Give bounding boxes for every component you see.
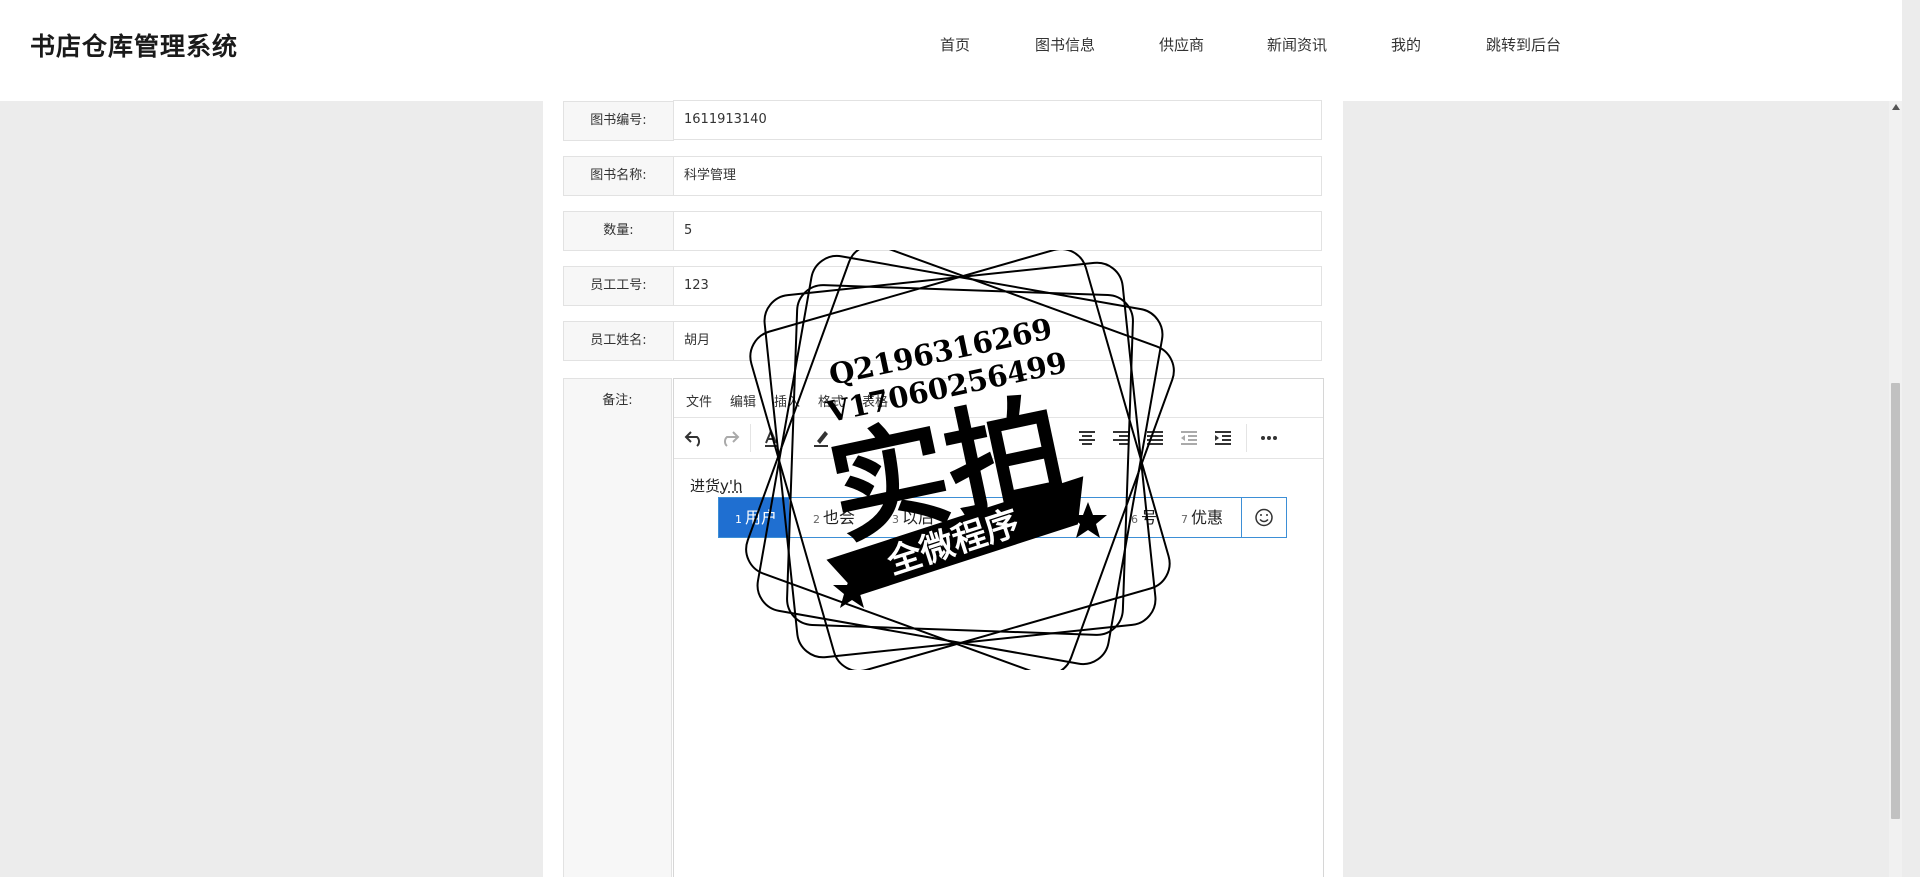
page-edge <box>1902 0 1920 877</box>
form-label: 图书名称: <box>563 156 674 196</box>
undo-icon[interactable] <box>682 426 708 450</box>
outdent-icon[interactable] <box>1176 426 1202 450</box>
editor-menubar: 文件 编辑 插入 格式 表格 <box>674 379 1323 418</box>
form-row-book-name: 图书名称: 科学管理 <box>563 156 1324 196</box>
form-row-employee-name: 员工姓名: 胡月 <box>563 321 1324 361</box>
form-label: 员工工号: <box>563 266 674 306</box>
form-label: 数量: <box>563 211 674 251</box>
employee-name-field[interactable]: 胡月 <box>673 321 1322 361</box>
align-center-icon[interactable] <box>1074 426 1100 450</box>
nav-item-home[interactable]: 首页 <box>940 34 970 55</box>
editor-toolbar <box>674 418 1323 459</box>
form-panel: 图书编号: 1611913140 图书名称: 科学管理 数量: 5 员工工号: … <box>543 100 1343 877</box>
nav-item-admin[interactable]: 跳转到后台 <box>1486 34 1561 55</box>
highlight-icon[interactable] <box>808 426 834 450</box>
employee-id-field[interactable]: 123 <box>673 266 1322 306</box>
scroll-up-icon[interactable] <box>1892 104 1900 110</box>
ime-candidate[interactable]: 6号 <box>1131 498 1157 537</box>
indent-icon[interactable] <box>1210 426 1236 450</box>
font-color-icon[interactable] <box>758 426 784 450</box>
book-name-field[interactable]: 科学管理 <box>673 156 1322 196</box>
form-label: 员工姓名: <box>563 321 674 361</box>
form-row-quantity: 数量: 5 <box>563 211 1324 251</box>
more-icon[interactable] <box>1256 426 1282 450</box>
ime-candidate[interactable]: 4 银行 <box>968 498 1010 537</box>
align-right-icon[interactable] <box>1108 426 1134 450</box>
nav-item-book-info[interactable]: 图书信息 <box>1035 34 1095 55</box>
nav-item-suppliers[interactable]: 供应商 <box>1159 34 1204 55</box>
scroll-thumb[interactable] <box>1891 383 1900 819</box>
menu-insert[interactable]: 插入 <box>774 391 800 410</box>
menu-file[interactable]: 文件 <box>686 391 712 410</box>
toolbar-separator <box>1246 424 1247 452</box>
menu-format[interactable]: 格式 <box>818 391 844 410</box>
ime-candidate[interactable]: 7 优惠 <box>1181 498 1223 537</box>
toolbar-separator <box>750 424 751 452</box>
form-row-employee-id: 员工工号: 123 <box>563 266 1324 306</box>
editor-content[interactable]: 进货y'h <box>690 475 743 496</box>
app-title: 书店仓库管理系统 <box>30 32 239 61</box>
menu-edit[interactable]: 编辑 <box>730 391 756 410</box>
book-id-field[interactable]: 1611913140 <box>673 100 1322 140</box>
nav-item-mine[interactable]: 我的 <box>1391 34 1421 55</box>
ime-candidate[interactable]: 2 也会 <box>813 498 855 537</box>
redo-icon[interactable] <box>716 426 742 450</box>
ime-composition-text: y'h <box>720 477 743 495</box>
nav-item-news[interactable]: 新闻资讯 <box>1267 34 1327 55</box>
remark-label: 备注: <box>563 378 672 877</box>
page-scrollbar[interactable] <box>1889 101 1902 877</box>
quantity-field[interactable]: 5 <box>673 211 1322 251</box>
ime-candidate-bar: 1 用户 2 也会 3 以后 4 银行 6号 7 优惠 <box>718 497 1287 538</box>
top-header: 书店仓库管理系统 首页 图书信息 供应商 新闻资讯 我的 跳转到后台 <box>0 0 1902 101</box>
ime-candidate[interactable]: 1 用户 <box>719 498 790 537</box>
emoji-icon[interactable] <box>1241 498 1286 537</box>
form-row-book-id: 图书编号: 1611913140 <box>563 100 1324 141</box>
remark-editor[interactable]: 文件 编辑 插入 格式 表格 进货y'h <box>673 378 1324 877</box>
content-text: 进货 <box>690 477 721 495</box>
ime-candidate[interactable]: 3 以后 <box>892 498 934 537</box>
align-justify-icon[interactable] <box>1142 426 1168 450</box>
form-label: 图书编号: <box>563 101 674 141</box>
menu-table[interactable]: 表格 <box>862 391 888 410</box>
